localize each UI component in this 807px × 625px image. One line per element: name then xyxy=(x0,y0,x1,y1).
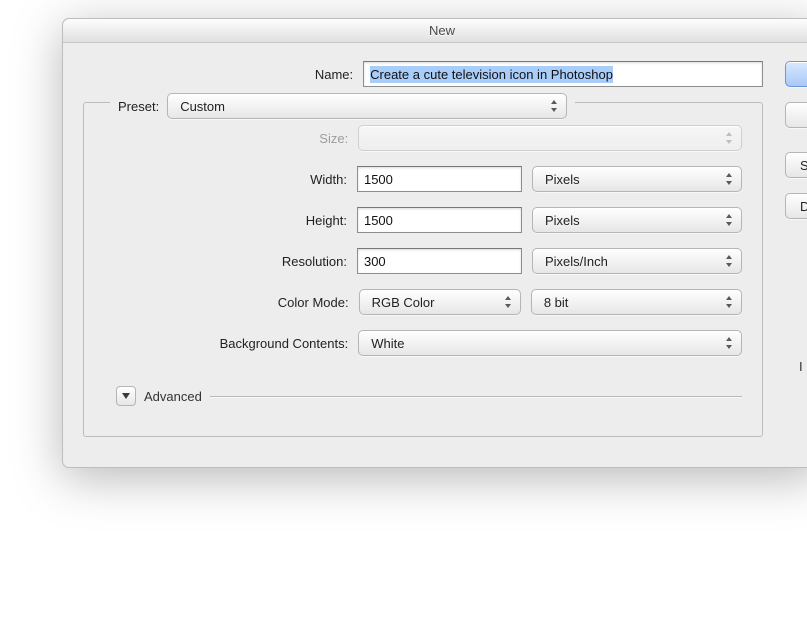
chevron-updown-icon xyxy=(724,254,734,268)
color-mode-select[interactable]: RGB Color xyxy=(359,289,521,315)
chevron-updown-icon xyxy=(724,172,734,186)
triangle-down-icon xyxy=(121,391,131,401)
chevron-updown-icon xyxy=(503,295,513,309)
width-input[interactable] xyxy=(357,166,522,192)
name-label: Name: xyxy=(83,67,363,82)
window-title: New xyxy=(63,19,807,43)
height-label: Height: xyxy=(104,213,357,228)
save-preset-button[interactable]: Sav xyxy=(785,152,807,178)
ok-button[interactable] xyxy=(785,61,807,87)
chevron-updown-icon xyxy=(549,99,559,113)
height-units-select[interactable]: Pixels xyxy=(532,207,742,233)
preset-select[interactable]: Custom xyxy=(167,93,567,119)
resolution-label: Resolution: xyxy=(104,254,357,269)
advanced-disclosure-button[interactable] xyxy=(116,386,136,406)
width-label: Width: xyxy=(104,172,357,187)
background-contents-label: Background Contents: xyxy=(104,336,358,351)
delete-preset-button[interactable]: Del xyxy=(785,193,807,219)
background-contents-select[interactable]: White xyxy=(358,330,742,356)
preset-group: Preset: Custom Size: xyxy=(83,102,763,437)
new-document-dialog: New Name: Create a cute television icon … xyxy=(62,18,807,468)
chevron-updown-icon xyxy=(724,336,734,350)
resolution-units-select[interactable]: Pixels/Inch xyxy=(532,248,742,274)
divider xyxy=(210,396,742,397)
name-input[interactable]: Create a cute television icon in Photosh… xyxy=(363,61,763,87)
chevron-updown-icon xyxy=(724,213,734,227)
color-depth-select[interactable]: 8 bit xyxy=(531,289,742,315)
chevron-updown-icon xyxy=(724,295,734,309)
chevron-updown-icon xyxy=(724,131,734,145)
preset-label: Preset: xyxy=(118,99,159,114)
height-input[interactable] xyxy=(357,207,522,233)
size-label: Size: xyxy=(104,131,358,146)
width-units-select[interactable]: Pixels xyxy=(532,166,742,192)
image-size-label: I xyxy=(785,359,807,374)
cancel-button[interactable] xyxy=(785,102,807,128)
color-mode-label: Color Mode: xyxy=(104,295,359,310)
resolution-input[interactable] xyxy=(357,248,522,274)
advanced-label: Advanced xyxy=(144,389,202,404)
size-select xyxy=(358,125,742,151)
